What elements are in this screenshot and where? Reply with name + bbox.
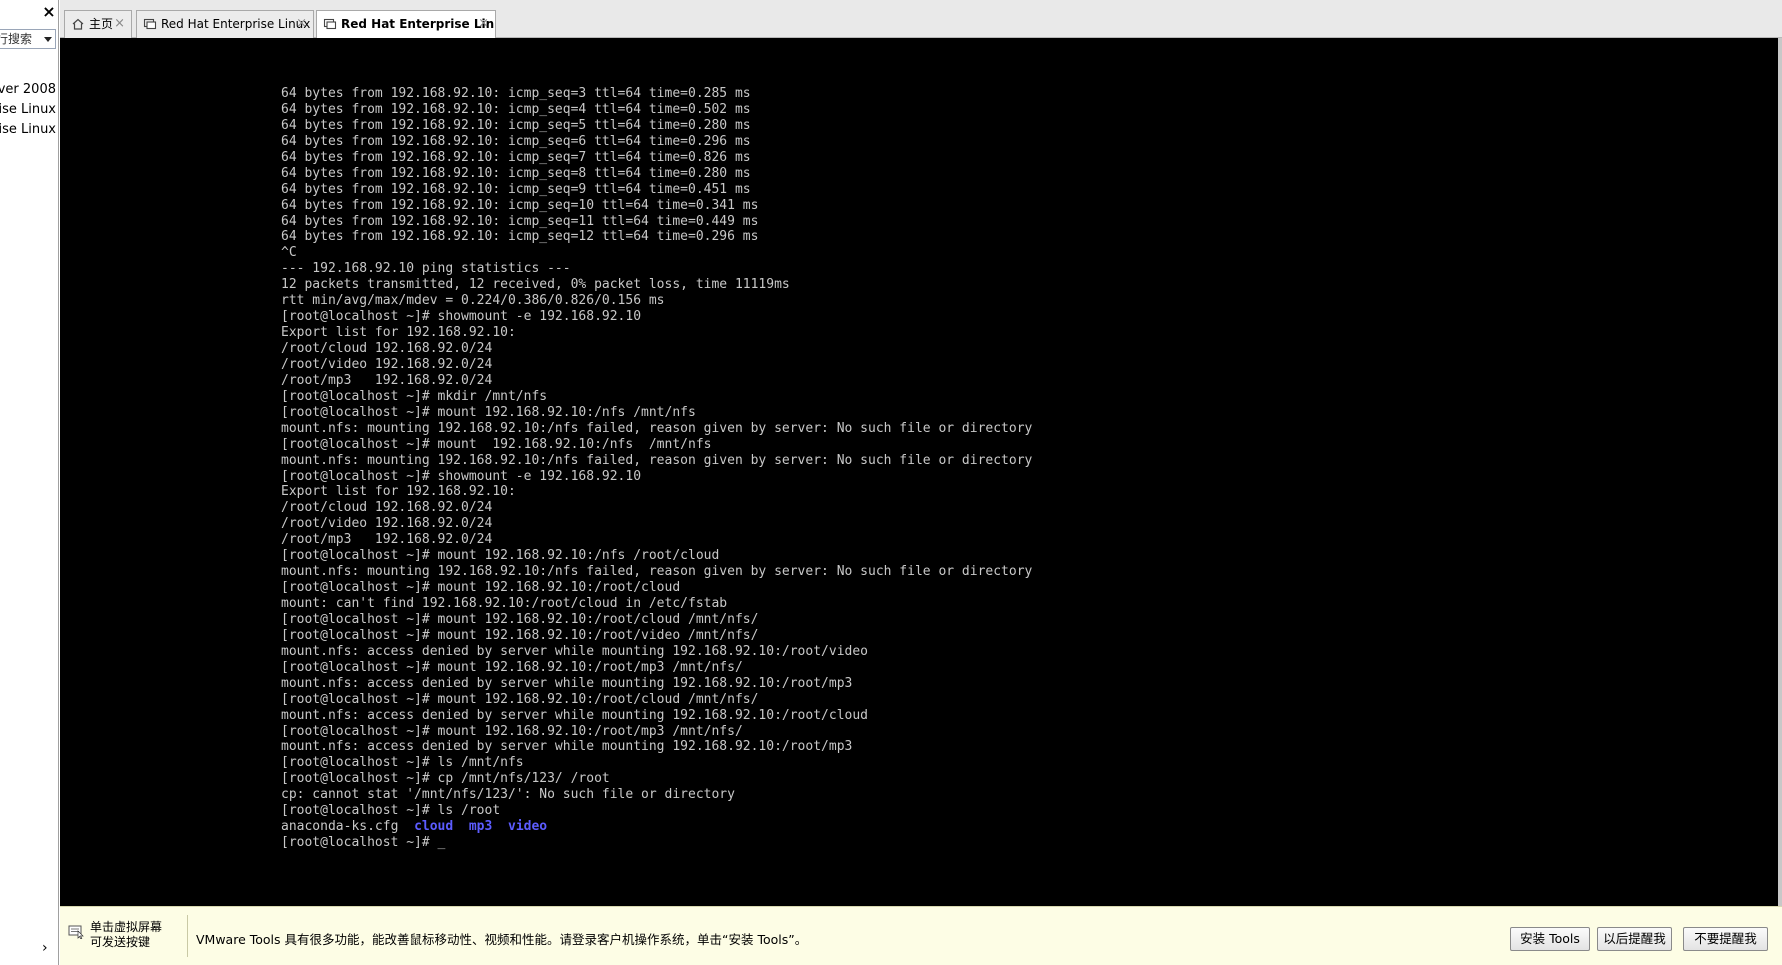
- terminal-line: rtt min/avg/max/mdev = 0.224/0.386/0.826…: [281, 293, 665, 309]
- ls-file: anaconda-ks.cfg: [281, 819, 399, 835]
- tab-close-icon[interactable]: ×: [114, 11, 125, 37]
- terminal-line: mount.nfs: access denied by server while…: [281, 739, 853, 755]
- library-tree: Server 2008 Enterprise Linux Enterprise …: [0, 80, 58, 140]
- never-remind-button[interactable]: 不要提醒我: [1683, 927, 1768, 951]
- divider: [187, 915, 188, 957]
- tab-label: Red Hat Enterprise Linux ...: [341, 17, 495, 31]
- click-to-send-keys-hint: 单击虚拟屏幕 可发送按键: [68, 920, 180, 955]
- terminal-line: [root@localhost ~]# mount 192.168.92.10:…: [281, 691, 759, 707]
- terminal-line: [root@localhost ~]# mount 192.168.92.10:…: [281, 404, 696, 420]
- terminal-line: 64 bytes from 192.168.92.10: icmp_seq=6 …: [281, 133, 751, 149]
- terminal-line: /root/video 192.168.92.0/24: [281, 356, 493, 372]
- terminal-line: cp: cannot stat '/mnt/nfs/123/': No such…: [281, 787, 735, 803]
- tab-close-icon[interactable]: ×: [296, 11, 307, 37]
- terminal-line: [root@localhost ~]# mount 192.168.92.10:…: [281, 723, 743, 739]
- terminal-line: mount.nfs: access denied by server while…: [281, 675, 853, 691]
- library-close-icon[interactable]: ×: [42, 4, 56, 20]
- search-dropdown-icon[interactable]: [44, 37, 52, 42]
- terminal-line: --- 192.168.92.10 ping statistics ---: [281, 261, 571, 277]
- remind-later-button[interactable]: 以后提醒我: [1597, 927, 1672, 951]
- library-search-input[interactable]: [0, 31, 44, 47]
- library-item-rhel-2[interactable]: Enterprise Linux: [0, 120, 56, 140]
- text-cursor: _: [437, 835, 446, 851]
- terminal-line: 64 bytes from 192.168.92.10: icmp_seq=9 …: [281, 181, 751, 197]
- terminal-line: ^C: [281, 245, 297, 261]
- library-panel: × Server 2008 Enterprise Linux Enterpris…: [0, 0, 59, 965]
- tab-home[interactable]: 主页 ×: [64, 10, 132, 38]
- terminal-line: [root@localhost ~]# mount 192.168.92.10:…: [281, 548, 720, 564]
- terminal-line: [root@localhost ~]# mkdir /mnt/nfs: [281, 388, 548, 404]
- ls-dir-video: video: [508, 819, 548, 835]
- terminal-line: [root@localhost ~]# mount 192.168.92.10:…: [281, 611, 759, 627]
- tab-close-icon[interactable]: ×: [478, 11, 489, 37]
- terminal-line: [root@localhost ~]# mount 192.168.92.10:…: [281, 627, 759, 643]
- terminal-line: [root@localhost ~]# ls /mnt/nfs: [281, 755, 524, 771]
- terminal-line: Export list for 192.168.92.10:: [281, 484, 516, 500]
- hint-line-1: 单击虚拟屏幕: [90, 920, 163, 934]
- terminal-line: [root@localhost ~]# showmount -e 192.168…: [281, 309, 642, 325]
- tab-rhel-active[interactable]: Red Hat Enterprise Linux ... ×: [316, 10, 496, 39]
- terminal-line: /root/mp3 192.168.92.0/24: [281, 372, 493, 388]
- library-item-server-2008[interactable]: Server 2008: [0, 80, 56, 100]
- terminal-line: 64 bytes from 192.168.92.10: icmp_seq=12…: [281, 229, 759, 245]
- terminal-line: [root@localhost ~]# showmount -e 192.168…: [281, 468, 642, 484]
- terminal-line: /root/cloud 192.168.92.0/24: [281, 500, 493, 516]
- vm-icon: [323, 18, 337, 30]
- terminal-line: 64 bytes from 192.168.92.10: icmp_seq=11…: [281, 213, 759, 229]
- library-search-box[interactable]: [0, 29, 56, 49]
- vm-console-screen[interactable]: 64 bytes from 192.168.92.10: icmp_seq=3 …: [60, 38, 1782, 906]
- tab-label: Red Hat Enterprise Linux 6 客...: [161, 17, 313, 31]
- install-tools-button[interactable]: 安装 Tools: [1510, 927, 1590, 951]
- terminal-prompt-line[interactable]: [root@localhost ~]# _: [281, 835, 1032, 851]
- terminal-line: 64 bytes from 192.168.92.10: icmp_seq=4 …: [281, 101, 751, 117]
- terminal-line: 64 bytes from 192.168.92.10: icmp_seq=7 …: [281, 149, 751, 165]
- home-icon: [72, 18, 84, 30]
- terminal-line: [root@localhost ~]# ls /root: [281, 803, 501, 819]
- ls-dir-cloud: cloud: [414, 819, 454, 835]
- terminal-line: 12 packets transmitted, 12 received, 0% …: [281, 277, 790, 293]
- tab-bar: 主页 × Red Hat Enterprise Linux 6 客... × R…: [60, 0, 1782, 39]
- hint-line-2: 可发送按键: [90, 935, 151, 949]
- terminal-line: [root@localhost ~]# mount 192.168.92.10:…: [281, 659, 743, 675]
- terminal-output: 64 bytes from 192.168.92.10: icmp_seq=3 …: [281, 86, 1032, 851]
- shell-prompt: [root@localhost ~]#: [281, 835, 438, 851]
- terminal-line: [root@localhost ~]# mount 192.168.92.10:…: [281, 436, 712, 452]
- terminal-line: 64 bytes from 192.168.92.10: icmp_seq=5 …: [281, 117, 751, 133]
- keyboard-icon: [68, 925, 84, 939]
- terminal-line: /root/mp3 192.168.92.0/24: [281, 532, 493, 548]
- terminal-line: mount.nfs: access denied by server while…: [281, 707, 868, 723]
- terminal-line: mount.nfs: access denied by server while…: [281, 643, 868, 659]
- terminal-line: 64 bytes from 192.168.92.10: icmp_seq=8 …: [281, 165, 751, 181]
- terminal-line: mount.nfs: mounting 192.168.92.10:/nfs f…: [281, 420, 1033, 436]
- terminal-line: mount.nfs: mounting 192.168.92.10:/nfs f…: [281, 452, 1033, 468]
- ls-dir-mp3: mp3: [468, 819, 493, 835]
- vm-icon: [143, 18, 157, 30]
- vmware-tools-notification-bar: 单击虚拟屏幕 可发送按键 VMware Tools 具有很多功能，能改善鼠标移动…: [60, 906, 1782, 965]
- terminal-line: 64 bytes from 192.168.92.10: icmp_seq=3 …: [281, 86, 751, 101]
- tab-label: 主页: [89, 17, 114, 31]
- terminal-line: Export list for 192.168.92.10:: [281, 325, 516, 341]
- terminal-line: mount: can't find 192.168.92.10:/root/cl…: [281, 596, 728, 611]
- terminal-line: /root/cloud 192.168.92.0/24: [281, 341, 493, 356]
- terminal-line: [root@localhost ~]# mount 192.168.92.10:…: [281, 580, 681, 596]
- tab-rhel6-client[interactable]: Red Hat Enterprise Linux 6 客... ×: [136, 10, 314, 38]
- library-item-rhel-1[interactable]: Enterprise Linux: [0, 100, 56, 120]
- vmware-tools-message: VMware Tools 具有很多功能，能改善鼠标移动性、视频和性能。请登录客户…: [196, 932, 808, 947]
- terminal-line: 64 bytes from 192.168.92.10: icmp_seq=10…: [281, 197, 759, 213]
- terminal-line: /root/video 192.168.92.0/24: [281, 516, 493, 532]
- terminal-line: mount.nfs: mounting 192.168.92.10:/nfs f…: [281, 564, 1033, 580]
- library-scroll-right-icon[interactable]: ›: [42, 940, 48, 956]
- terminal-line: [root@localhost ~]# cp /mnt/nfs/123/ /ro…: [281, 771, 610, 787]
- terminal-line-ls-output: anaconda-ks.cfg cloud mp3 video: [281, 819, 1032, 835]
